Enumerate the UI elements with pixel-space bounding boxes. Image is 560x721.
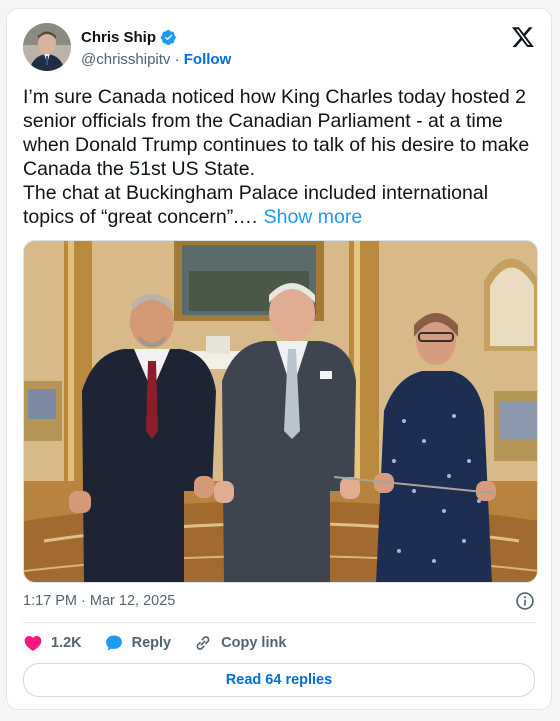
tweet-photo[interactable] bbox=[23, 240, 538, 583]
photo-image bbox=[24, 241, 537, 582]
tweet-text: I’m sure Canada noticed how King Charles… bbox=[23, 85, 543, 229]
avatar[interactable] bbox=[23, 23, 71, 71]
show-more-link[interactable]: Show more bbox=[264, 206, 363, 228]
tweet-card: Chris Ship @chrisshipitv · Follow I’m su… bbox=[6, 8, 552, 710]
timestamp-separator: · bbox=[81, 593, 86, 609]
author-handle[interactable]: @chrisshipitv bbox=[81, 51, 170, 68]
author-handle-row: @chrisshipitv · Follow bbox=[81, 51, 231, 68]
author-name[interactable]: Chris Ship bbox=[81, 29, 156, 46]
read-replies-button[interactable]: Read 64 replies bbox=[23, 663, 535, 697]
divider bbox=[23, 622, 535, 623]
info-icon[interactable] bbox=[515, 591, 535, 611]
read-replies-label: Read 64 replies bbox=[225, 672, 333, 688]
tweet-date: Mar 12, 2025 bbox=[89, 593, 176, 609]
copy-link-label: Copy link bbox=[221, 635, 287, 651]
tweet-time: 1:17 PM bbox=[23, 593, 77, 609]
x-logo-icon[interactable] bbox=[511, 25, 535, 49]
reply-icon bbox=[105, 635, 122, 651]
heart-icon bbox=[24, 636, 42, 651]
author-name-row: Chris Ship bbox=[81, 29, 177, 46]
copy-link-button[interactable]: Copy link bbox=[193, 633, 286, 653]
verified-icon bbox=[160, 29, 176, 46]
action-bar: 1.2K Reply Copy link bbox=[23, 633, 308, 653]
tweet-timestamp[interactable]: 1:17 PM · Mar 12, 2025 bbox=[23, 593, 175, 609]
handle-separator: · bbox=[174, 51, 180, 68]
avatar-image bbox=[23, 23, 71, 71]
like-button[interactable]: 1.2K bbox=[23, 633, 82, 653]
reply-button[interactable]: Reply bbox=[104, 633, 172, 653]
follow-button[interactable]: Follow bbox=[184, 51, 232, 68]
link-icon bbox=[196, 636, 210, 650]
reply-label: Reply bbox=[131, 635, 172, 651]
like-count: 1.2K bbox=[51, 635, 82, 651]
